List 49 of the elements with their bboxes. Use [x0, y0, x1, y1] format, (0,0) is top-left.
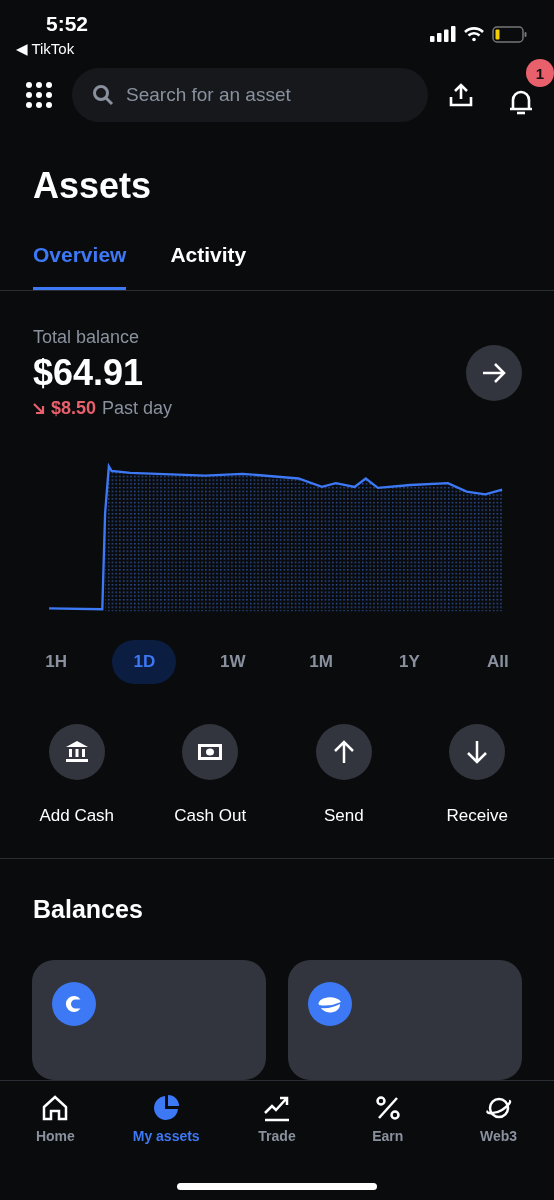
back-to-app-link[interactable]: ◀ TikTok [16, 40, 75, 58]
signal-icon [430, 26, 456, 42]
tab[interactable]: Overview [33, 243, 127, 291]
notification-badge: 1 [526, 59, 554, 88]
action-label: Add Cash [39, 806, 115, 826]
trending-up-icon [263, 1094, 291, 1122]
notifications-button[interactable] [508, 88, 534, 117]
balance-card[interactable] [288, 960, 522, 1080]
battery-icon [492, 25, 528, 43]
time-range-button[interactable]: All [465, 640, 530, 684]
search-field[interactable]: Search for an asset [72, 68, 428, 123]
time-range-button[interactable]: 1Y [377, 640, 442, 684]
home-icon [41, 1094, 70, 1122]
nav-tab[interactable]: Home [0, 1093, 111, 1145]
balance-label: Total balance [33, 327, 141, 349]
nav-tab[interactable]: Web3 [443, 1093, 554, 1145]
action-label: Receive [446, 806, 508, 826]
bank-icon [64, 741, 89, 763]
section-title: Balances [33, 895, 144, 924]
pie-chart-icon [152, 1094, 181, 1122]
wifi-icon [463, 26, 485, 42]
search-icon [92, 84, 114, 107]
grid-icon [26, 82, 52, 109]
nav-tab[interactable]: My assets [110, 1093, 222, 1145]
arrow-down-right-icon [33, 402, 45, 415]
share-icon [448, 82, 474, 109]
percent-icon [373, 1094, 402, 1122]
time-range-button[interactable]: 1M [289, 640, 354, 684]
balance-amount: $64.91 [33, 352, 145, 395]
tab[interactable]: Activity [170, 243, 247, 291]
bell-icon [508, 88, 534, 117]
action-label: Cash Out [174, 806, 247, 826]
coin-logo-icon [52, 982, 96, 1026]
status-time: 5:52 [46, 12, 89, 36]
page-title: Assets [33, 165, 153, 208]
time-range-button[interactable]: 1W [200, 640, 265, 684]
nav-tab[interactable]: Earn [332, 1093, 444, 1145]
balance-card[interactable] [32, 960, 266, 1080]
time-range-button[interactable]: 1H [24, 640, 89, 684]
time-range-button[interactable]: 1D [112, 640, 177, 684]
banknote-icon [198, 744, 223, 760]
action-label: Send [323, 806, 364, 826]
nav-tab[interactable]: Trade [221, 1093, 333, 1145]
arrow-right-icon [482, 362, 506, 385]
arrow-down-icon [466, 740, 489, 764]
arrow-up-icon [332, 740, 355, 764]
balance-change: $8.50 [51, 398, 97, 420]
planet-logo-icon [308, 982, 352, 1026]
change-period: Past day [102, 398, 173, 420]
